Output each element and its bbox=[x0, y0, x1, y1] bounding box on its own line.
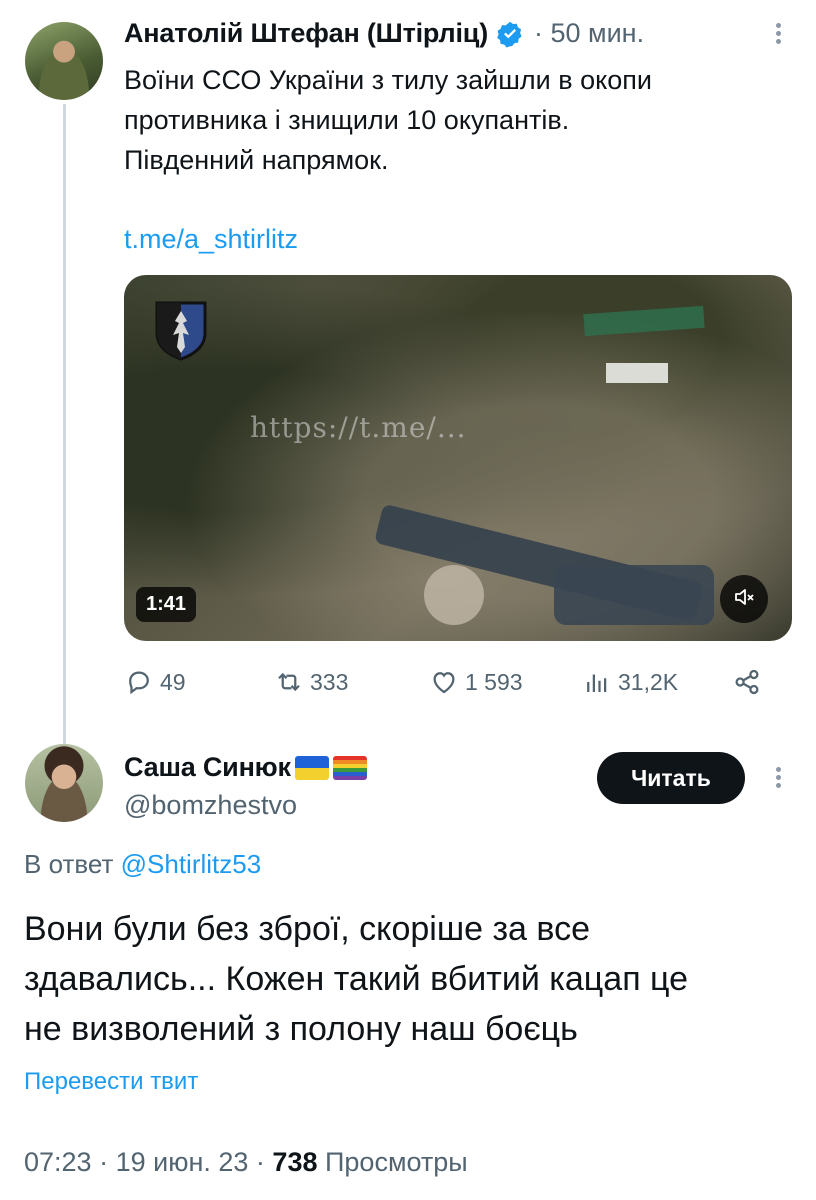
views-button[interactable]: 31,2K bbox=[582, 662, 678, 702]
more-options-icon[interactable] bbox=[773, 20, 783, 52]
like-button[interactable]: 1 593 bbox=[429, 662, 523, 702]
tweet-meta: 07:23 · 19 июн. 23 · 738 Просмотры bbox=[24, 1147, 468, 1178]
tweet-text-line: здавались... Кожен такий вбитий кацап це bbox=[24, 960, 689, 998]
meta-separator: · bbox=[255, 1147, 273, 1177]
tweet-header: Саша Синюк bbox=[124, 752, 367, 783]
meta-separator: · bbox=[99, 1147, 116, 1177]
display-name[interactable]: Саша Синюк bbox=[124, 752, 291, 783]
mute-button[interactable] bbox=[720, 575, 768, 623]
views-label: Просмотры bbox=[325, 1147, 468, 1177]
video-watermark: https://t.me/... bbox=[250, 411, 467, 444]
video-player[interactable]: https://t.me/... 1:41 bbox=[124, 275, 792, 641]
tweet-text-line: Південний напрямок. bbox=[124, 145, 389, 175]
heart-icon bbox=[433, 672, 455, 694]
thread-connector bbox=[63, 104, 66, 744]
reply-count: 49 bbox=[160, 668, 186, 695]
ukraine-flag-icon bbox=[294, 755, 329, 780]
user-handle[interactable]: @bomzhestvo bbox=[124, 790, 297, 821]
share-button[interactable] bbox=[732, 662, 768, 702]
retweet-count: 333 bbox=[310, 668, 349, 695]
tweet-text-line: Вони були без зброї, скоріше за все bbox=[24, 910, 590, 948]
action-bar: 49 333 1 593 31,2K bbox=[124, 662, 774, 702]
like-count: 1 593 bbox=[465, 668, 523, 695]
verified-badge-icon bbox=[496, 20, 524, 48]
tweet-time[interactable]: 07:23 bbox=[24, 1147, 92, 1177]
retweet-icon bbox=[278, 672, 300, 692]
tweet-text: Вони були без зброї, скоріше за все здав… bbox=[24, 904, 794, 1054]
avatar[interactable] bbox=[25, 22, 103, 100]
tweet-date[interactable]: 19 июн. 23 bbox=[116, 1147, 249, 1177]
display-name[interactable]: Анатолій Штефан (Штірліц) bbox=[124, 18, 488, 49]
reply-button[interactable]: 49 bbox=[124, 662, 186, 702]
retweet-button[interactable]: 333 bbox=[274, 662, 348, 702]
avatar[interactable] bbox=[25, 744, 103, 822]
video-frame-detail bbox=[606, 363, 668, 383]
share-icon bbox=[735, 669, 759, 695]
video-frame-detail bbox=[554, 565, 714, 625]
tweet-text-line: противника і знищили 10 окупантів. bbox=[124, 105, 570, 135]
video-frame-detail bbox=[424, 565, 484, 625]
follow-button[interactable]: Читать bbox=[597, 752, 745, 804]
views-count: 738 bbox=[272, 1147, 318, 1177]
timestamp[interactable]: · 50 мин. bbox=[534, 18, 644, 49]
external-link[interactable]: t.me/a_shtirlitz bbox=[124, 224, 298, 255]
tweet-header: Анатолій Штефан (Штірліц) · 50 мин. bbox=[124, 18, 644, 49]
speaker-muted-icon bbox=[732, 585, 756, 614]
reply-icon bbox=[129, 671, 149, 695]
views-count: 31,2K bbox=[618, 668, 679, 695]
tweet-text-line: Воїни ССО України з тилу зайшли в окопи bbox=[124, 65, 652, 95]
tweet-text-line: не визволений з полону наш боєць bbox=[24, 1010, 578, 1048]
translate-tweet-link[interactable]: Перевести твит bbox=[24, 1068, 198, 1096]
tweet-text: Воїни ССО України з тилу зайшли в окопи … bbox=[124, 60, 764, 180]
reply-prefix: В ответ bbox=[24, 849, 114, 879]
rainbow-flag-icon bbox=[332, 755, 367, 780]
reply-mention-link[interactable]: @Shtirlitz53 bbox=[121, 849, 262, 879]
video-frame-detail bbox=[583, 305, 705, 337]
views-chart-icon bbox=[587, 674, 607, 692]
reply-context: В ответ @Shtirlitz53 bbox=[24, 849, 261, 880]
video-duration-badge: 1:41 bbox=[136, 587, 197, 622]
sso-emblem-icon bbox=[153, 299, 209, 361]
more-options-icon[interactable] bbox=[773, 764, 783, 796]
